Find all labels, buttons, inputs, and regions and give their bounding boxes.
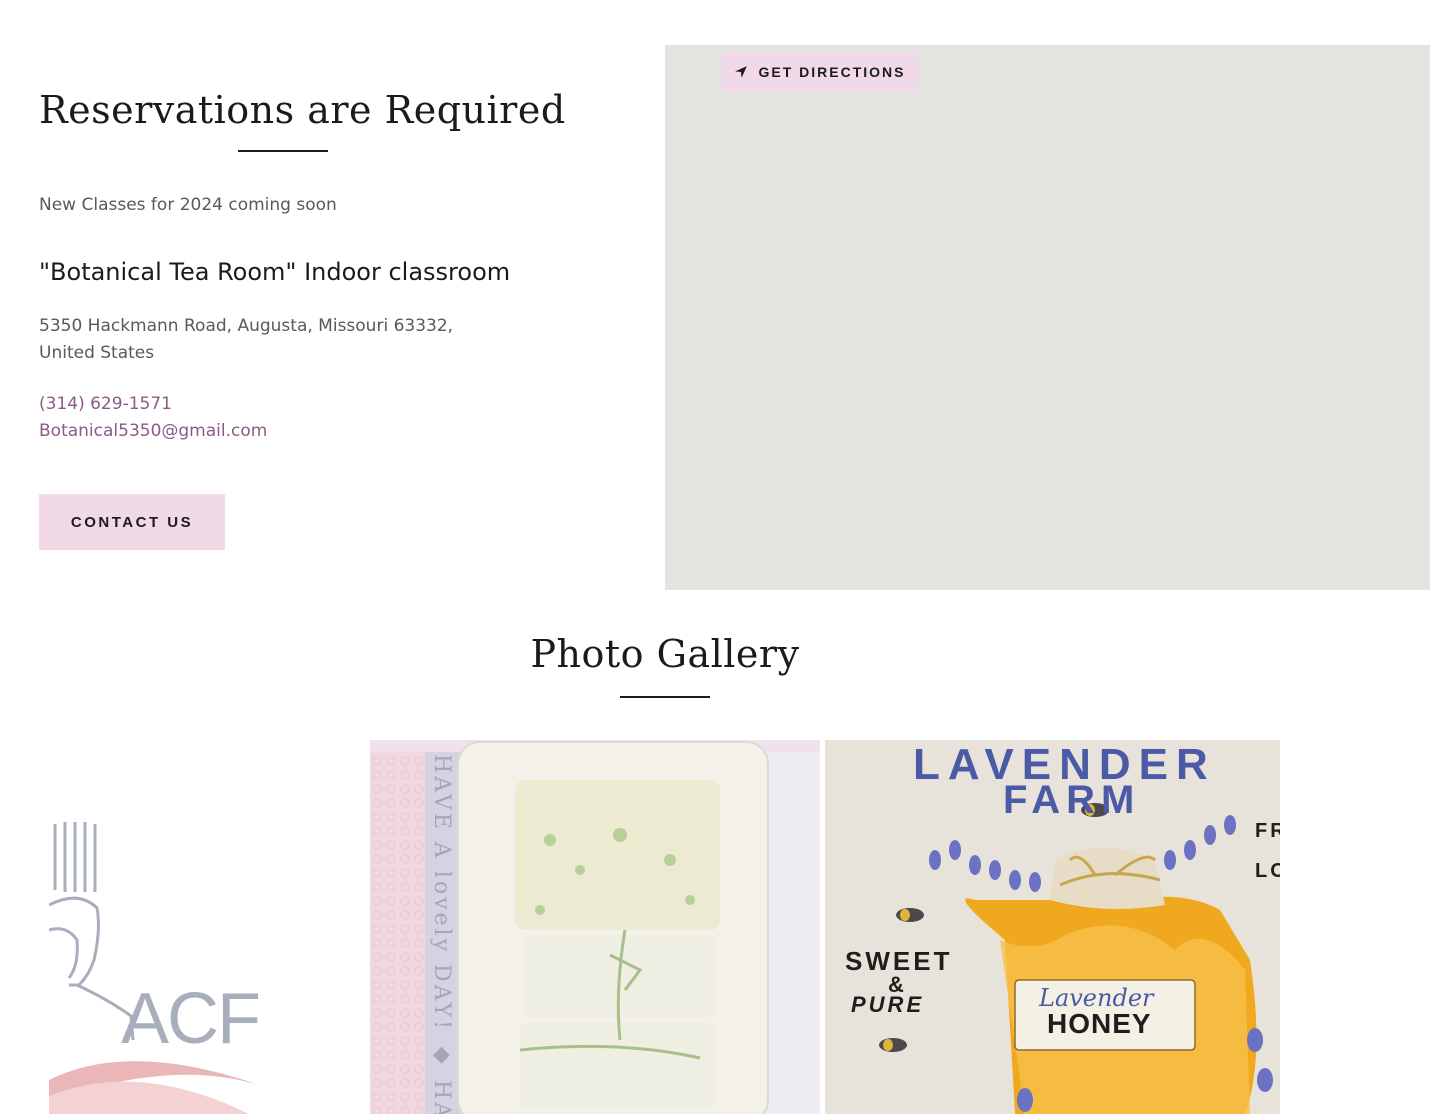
- title-divider: [238, 150, 328, 152]
- lavender-title-line2: FARM: [1003, 778, 1141, 822]
- address-line-1: 5350 Hackmann Road, Augusta, Missouri 63…: [39, 316, 454, 336]
- gallery-photo-acf-logo[interactable]: ACF: [49, 740, 369, 1114]
- reservations-title: Reservations are Required: [39, 88, 566, 132]
- phone-link[interactable]: (314) 629-1571: [39, 391, 267, 418]
- get-directions-button[interactable]: GET DIRECTIONS: [722, 52, 918, 92]
- classes-note: New Classes for 2024 coming soon: [39, 195, 337, 215]
- venue-heading: "Botanical Tea Room" Indoor classroom: [39, 258, 511, 286]
- gallery-photo-tea-sandwiches[interactable]: HAVE A lovely DAY! ◆ HAV: [370, 740, 820, 1114]
- label-honey-text: HONEY: [1047, 1008, 1152, 1039]
- contact-links: (314) 629-1571 Botanical5350@gmail.com: [39, 391, 267, 445]
- plate-side-text: HAVE A lovely DAY! ◆ HAV: [429, 754, 454, 1114]
- gallery-title-divider: [620, 696, 710, 698]
- edge-text-2: LO: [1255, 860, 1280, 882]
- get-directions-label: GET DIRECTIONS: [758, 64, 906, 80]
- edge-text-1: FR: [1255, 820, 1280, 842]
- gallery-title: Photo Gallery: [530, 632, 800, 676]
- pure-text: PURE: [851, 992, 925, 1017]
- address-line-2: United States: [39, 343, 155, 363]
- address: 5350 Hackmann Road, Augusta, Missouri 63…: [39, 313, 453, 367]
- gallery-photo-lavender-honey[interactable]: LAVENDER FARM SWEET & PURE Lavender HONE…: [825, 740, 1280, 1114]
- navigation-arrow-icon: [735, 66, 748, 78]
- acf-logo-text: ACF: [121, 979, 261, 1059]
- map[interactable]: GET DIRECTIONS: [665, 45, 1430, 590]
- contact-us-button[interactable]: CONTACT US: [39, 494, 225, 550]
- email-link[interactable]: Botanical5350@gmail.com: [39, 418, 267, 445]
